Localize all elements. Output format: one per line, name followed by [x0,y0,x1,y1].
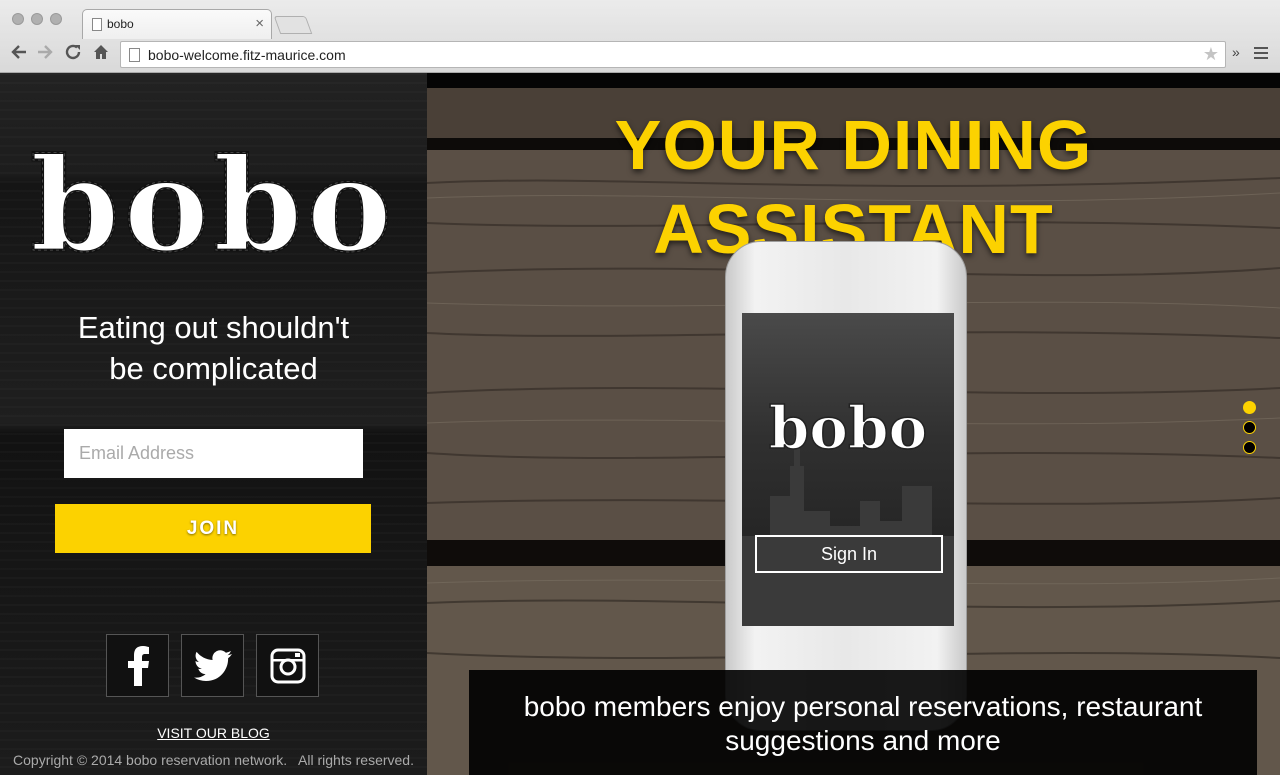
browser-toolbar: bobo-welcome.fitz-maurice.com ★ » [0,39,1280,73]
instagram-button[interactable] [256,634,319,697]
tagline-line-1: Eating out shouldn't [77,310,350,345]
home-icon[interactable] [90,43,112,65]
copyright-text: Copyright © 2014 bobo reservation networ… [13,752,414,768]
tagline-line-2: be complicated [109,351,318,386]
tab-close-icon[interactable]: × [255,15,264,32]
hero-caption: bobo members enjoy personal reservations… [469,670,1257,775]
join-button[interactable]: JOIN [55,504,371,553]
headline-line-1: YOUR DINING [614,106,1093,184]
url-text: bobo-welcome.fitz-maurice.com [148,47,346,63]
instagram-icon [270,648,305,683]
hero-panel: YOUR DINING ASSISTANT bobo Sign In bobo … [427,73,1280,775]
page-icon [92,18,102,31]
email-field[interactable] [64,429,363,478]
window-controls [12,13,62,25]
bookmark-star-icon[interactable]: ★ [1203,44,1219,65]
phone-mockup: bobo Sign In [725,241,967,731]
blog-link[interactable]: VISIT OUR BLOG [0,725,427,741]
close-window-button[interactable] [12,13,24,25]
browser-chrome: bobo × bobo-welcome.fitz-maurice.com ★ » [0,0,1280,73]
minimize-window-button[interactable] [31,13,43,25]
zoom-window-button[interactable] [50,13,62,25]
tagline: Eating out shouldn't be complicated [0,307,427,389]
slider-dot-1[interactable] [1243,401,1256,414]
back-icon[interactable] [8,43,30,65]
facebook-button[interactable] [106,634,169,697]
page-icon [129,48,140,62]
browser-tab[interactable]: bobo × [82,9,272,39]
menu-icon[interactable] [1254,47,1268,62]
address-bar[interactable]: bobo-welcome.fitz-maurice.com ★ [120,41,1226,68]
caption-line-1: bobo members enjoy personal reservations… [523,691,1203,722]
slider-dots [1243,401,1256,461]
caption-line-2: suggestions and more [725,725,1001,756]
new-tab-button[interactable] [273,16,313,34]
sign-in-button[interactable]: Sign In [755,535,943,573]
tab-title: bobo [107,17,134,31]
phone-bobo-logo: bobo [768,393,928,463]
extensions-overflow-icon[interactable]: » [1232,44,1240,60]
svg-text:bobo: bobo [30,131,396,275]
facebook-icon [127,645,149,686]
forward-icon[interactable] [34,43,56,65]
slider-dot-2[interactable] [1243,421,1256,434]
svg-text:bobo: bobo [769,394,927,462]
slider-dot-3[interactable] [1243,441,1256,454]
signup-panel: bobo bobo Eating out shouldn't be compli… [0,73,427,775]
phone-screen: bobo Sign In [742,313,954,626]
twitter-icon [193,649,232,681]
twitter-button[interactable] [181,634,244,697]
reload-icon[interactable] [62,43,84,65]
bobo-logo: bobo bobo [29,130,396,276]
webpage: bobo bobo Eating out shouldn't be compli… [0,73,1280,775]
